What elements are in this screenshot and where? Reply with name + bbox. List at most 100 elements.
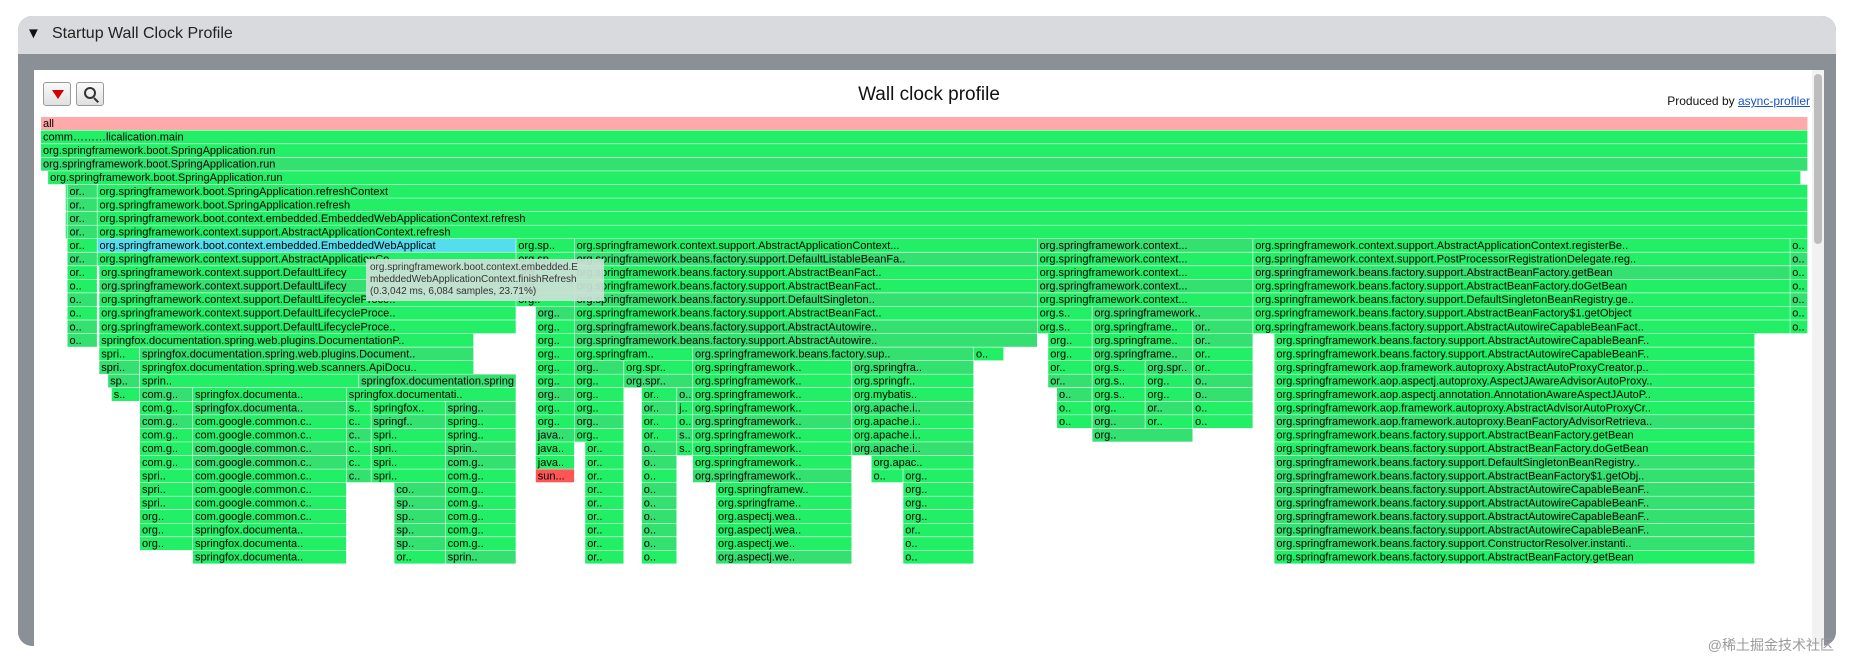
flame-frame[interactable]: spri.. — [140, 469, 193, 483]
flame-frame[interactable]: org.springframework.. — [1092, 306, 1253, 320]
flame-frame[interactable]: org.springframework.context.support.Abst… — [1253, 238, 1790, 252]
flame-frame[interactable]: spri.. — [371, 428, 445, 442]
flame-frame[interactable]: springfox.documenta.. — [193, 523, 347, 537]
flame-frame[interactable]: org.springframe.. — [716, 496, 852, 510]
flame-frame[interactable]: com.google.common.c.. — [193, 415, 347, 429]
flame-frame[interactable]: org.sp.. — [516, 238, 574, 252]
flame-frame[interactable]: org.springframework.. — [693, 415, 852, 429]
panel-header[interactable]: ▼ Startup Wall Clock Profile — [18, 16, 1836, 54]
flame-frame[interactable]: org.springframework.boot.SpringApplicati… — [48, 171, 1801, 185]
flame-frame[interactable]: org.. — [903, 482, 974, 496]
scrollbar-thumb[interactable] — [1814, 74, 1822, 244]
flame-frame[interactable]: org.springframework.beans.factory.suppor… — [1253, 306, 1790, 320]
flame-frame[interactable]: org.springframework.beans.factory.suppor… — [574, 333, 1037, 347]
flame-frame[interactable]: sp.. — [394, 496, 445, 510]
flame-frame[interactable]: org.aspectj.we.. — [716, 537, 852, 551]
flame-frame[interactable]: java.. — [535, 455, 575, 469]
flame-frame[interactable]: org.apache.i.. — [852, 415, 974, 429]
flame-frame[interactable]: org.. — [535, 374, 575, 388]
flame-frame[interactable]: spri.. — [371, 442, 445, 456]
flame-frame[interactable]: com.g.. — [140, 442, 193, 456]
flame-frame[interactable]: com.google.common.c.. — [193, 455, 347, 469]
flame-frame[interactable]: springfox.documentation.spring.web.scann… — [140, 360, 474, 374]
flame-frame[interactable]: o.. — [67, 293, 97, 307]
flame-frame[interactable]: o.. — [641, 455, 677, 469]
flame-frame[interactable]: org.springframework.aop.aspectj.autoprox… — [1274, 374, 1755, 388]
flame-frame[interactable]: o.. — [1790, 293, 1808, 307]
flame-frame[interactable]: spri.. — [371, 469, 445, 483]
flame-frame[interactable]: org.aspectj.we.. — [716, 550, 852, 564]
flame-frame[interactable]: org.. — [574, 388, 624, 401]
flame-frame[interactable]: spri.. — [99, 347, 140, 361]
flame-frame[interactable]: or.. — [585, 469, 624, 483]
flame-frame[interactable]: org.mybatis.. — [852, 388, 974, 401]
flame-frame[interactable]: com.g.. — [140, 388, 193, 401]
flame-frame[interactable]: o.. — [641, 537, 677, 551]
flame-frame[interactable]: org.aspectj.wea.. — [716, 510, 852, 523]
flame-frame[interactable]: o.. — [1057, 401, 1092, 415]
flame-frame[interactable]: org.springframework.. — [693, 401, 852, 415]
flame-frame[interactable]: org.spr.. — [1145, 360, 1193, 374]
flame-frame[interactable]: org.springframework.beans.factory.suppor… — [1274, 455, 1755, 469]
flame-frame[interactable]: or.. — [641, 388, 677, 401]
flame-frame[interactable]: sprin.. — [140, 374, 359, 388]
flame-frame[interactable]: org.springframework.aop.framework.autopr… — [1274, 415, 1755, 429]
flame-frame[interactable]: o.. — [1193, 401, 1253, 415]
flame-frame[interactable]: or.. — [67, 225, 97, 239]
flame-frame[interactable]: org.. — [574, 360, 624, 374]
vertical-scrollbar[interactable] — [1812, 70, 1824, 646]
flame-frame[interactable]: org.. — [535, 306, 575, 320]
flame-frame[interactable]: spri.. — [140, 496, 193, 510]
flame-frame[interactable]: org.. — [574, 415, 624, 429]
flame-frame[interactable] — [65, 198, 67, 212]
flame-frame[interactable]: o.. — [1790, 266, 1808, 280]
flame-frame[interactable]: spring.. — [445, 415, 516, 429]
flame-frame[interactable]: spring.. — [445, 401, 516, 415]
flame-frame[interactable]: com.g.. — [445, 469, 516, 483]
flame-frame[interactable]: o.. — [974, 347, 1004, 361]
flame-frame[interactable]: o.. — [641, 523, 677, 537]
flame-frame[interactable]: org.springframework.context... — [1037, 279, 1253, 293]
flame-frame[interactable]: o.. — [641, 482, 677, 496]
flame-frame[interactable]: or.. — [641, 401, 677, 415]
flame-frame[interactable]: sp.. — [394, 523, 445, 537]
flame-frame[interactable]: or.. — [67, 238, 97, 252]
flame-frame[interactable]: s.. — [346, 401, 371, 415]
flame-frame[interactable]: org.springframework.beans.factory.suppor… — [574, 293, 1037, 307]
flame-frame[interactable]: org.. — [535, 333, 575, 347]
flame-frame[interactable]: org.. — [574, 374, 624, 388]
flame-frame[interactable]: org.springframework.beans.factory.suppor… — [1274, 482, 1755, 496]
flame-frame[interactable]: c.. — [346, 428, 371, 442]
flame-frame[interactable]: springfox.documentation.spring.web.plugi… — [99, 333, 474, 347]
flame-frame[interactable]: org.springframework.beans.factory.suppor… — [1274, 428, 1755, 442]
flame-frame[interactable]: o.. — [1193, 415, 1253, 429]
flame-frame[interactable] — [65, 211, 67, 225]
flame-frame[interactable]: c.. — [346, 442, 371, 456]
flame-frame[interactable]: com.google.common.c.. — [193, 482, 347, 496]
flame-frame[interactable]: o.. — [67, 320, 97, 334]
flame-frame[interactable]: org.springframe.. — [1092, 333, 1193, 347]
flame-frame[interactable]: s.. — [677, 428, 693, 442]
flame-frame[interactable]: org.springframework.context.support.Abst… — [97, 225, 1808, 239]
flame-frame[interactable]: org.springframework.beans.factory.suppor… — [1274, 347, 1755, 361]
flame-frame[interactable]: org.springframework.. — [693, 388, 852, 401]
flame-frame[interactable]: springfox.documentati.. — [346, 388, 516, 401]
flame-frame[interactable]: o.. — [1057, 415, 1092, 429]
flame-frame[interactable]: com.google.common.c.. — [193, 469, 347, 483]
flame-frame[interactable]: or.. — [585, 496, 624, 510]
flame-frame[interactable]: com.g.. — [445, 455, 516, 469]
flame-frame[interactable]: spring.. — [445, 428, 516, 442]
flame-frame[interactable]: org.s.. — [1092, 360, 1145, 374]
flame-frame[interactable]: j.. — [677, 401, 693, 415]
flame-frame[interactable]: o.. — [903, 550, 974, 564]
flame-frame[interactable]: org.apache.i.. — [852, 401, 974, 415]
flame-frame[interactable]: or.. — [585, 523, 624, 537]
flame-frame[interactable]: org.springframework.beans.factory.suppor… — [1253, 293, 1790, 307]
flame-frame[interactable]: com.g.. — [445, 496, 516, 510]
flame-frame[interactable]: com.g.. — [140, 401, 193, 415]
flame-frame[interactable]: org.apache.i.. — [852, 428, 974, 442]
flame-frame[interactable]: o.. — [641, 442, 677, 456]
flame-frame[interactable]: org.springframework.aop.framework.autopr… — [1274, 360, 1755, 374]
flame-frame[interactable]: org.springframework.beans.factory.suppor… — [574, 306, 1037, 320]
flame-frame[interactable]: o.. — [1193, 374, 1253, 388]
